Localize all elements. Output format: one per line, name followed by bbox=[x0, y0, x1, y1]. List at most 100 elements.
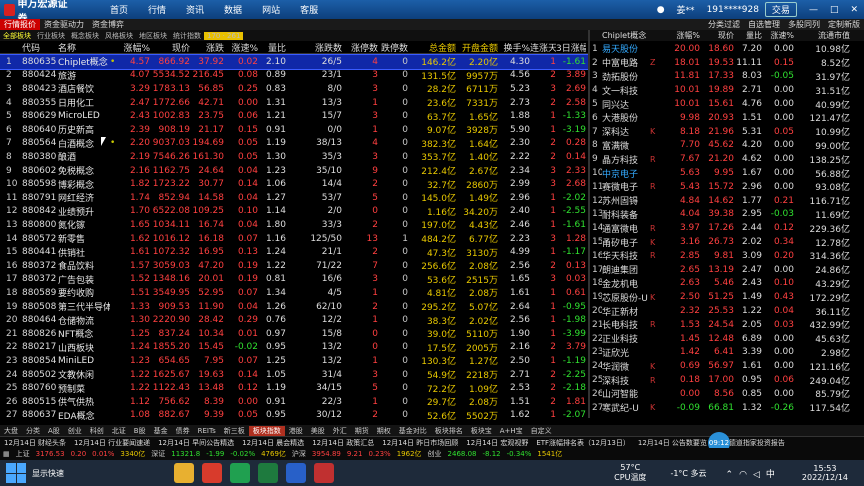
desktop-label[interactable]: 显示快速 bbox=[32, 468, 64, 479]
table-row[interactable]: 5 880629 MicroLED 2.43 1002.83 23.75 0.06 1.21 1… bbox=[0, 109, 588, 123]
maximize-icon[interactable]: □ bbox=[824, 5, 845, 15]
cpu-temp[interactable]: 57°C CPU温度 bbox=[598, 463, 662, 483]
market-tab[interactable]: 基金对比 bbox=[395, 426, 431, 436]
constituent-row[interactable]: 11 赛微电子 R 5.43 15.72 2.96 0.00 93.08亿 bbox=[590, 180, 864, 194]
tab-region[interactable]: 地区板块 bbox=[136, 31, 170, 41]
table-row[interactable]: 1 880635 Chiplet概念 • 4.57 866.92 37.92 0.02 2.10… bbox=[0, 54, 589, 70]
stock-app-icon[interactable] bbox=[286, 463, 306, 483]
column-header[interactable]: 现价 bbox=[150, 41, 190, 53]
news-item[interactable]: 12月14日 晨会精选 bbox=[238, 438, 308, 448]
table-row[interactable]: 2 880424 旅游 4.07 5534.52 216.45 0.08 0.89 23/1 3 0… bbox=[0, 69, 588, 83]
column-header[interactable]: 总金额 bbox=[408, 41, 456, 53]
column-header[interactable]: 代码 bbox=[22, 41, 58, 53]
constituent-row[interactable]: 26 山河智能 0.00 8.56 0.85 0.00 85.79亿 bbox=[590, 387, 864, 401]
user-name[interactable]: 姜** bbox=[671, 3, 701, 16]
market-tab[interactable]: 期权 bbox=[373, 426, 395, 436]
constituent-row[interactable]: 19 芯原股份-U K 2.50 51.25 1.49 0.43 172.29亿 bbox=[590, 290, 864, 304]
column-header[interactable] bbox=[110, 41, 120, 53]
menu-home[interactable]: 首页 bbox=[100, 3, 138, 16]
table-row[interactable]: 20 880464 仓储物流 1.30 2220.90 28.42 0.29 0.76 12/2… bbox=[0, 313, 588, 327]
constituent-row[interactable]: 14 通富微电 R 3.97 17.26 2.44 0.12 229.36亿 bbox=[590, 221, 864, 235]
column-header[interactable]: 名称 bbox=[58, 41, 110, 53]
table-row[interactable]: 15 880441 供销社 1.61 1072.32 16.95 0.13 1.24 21/1 2… bbox=[0, 245, 588, 259]
table-row[interactable]: 19 880508 第三代半导体 1.33 909.53 11.90 0.04 1.26 62/… bbox=[0, 300, 588, 314]
wifi-icon[interactable]: ◠ bbox=[736, 470, 750, 480]
table-row[interactable]: 22 880217 山西板块 1.24 1855.20 15.45 -0.02 0.95 13/… bbox=[0, 341, 588, 355]
table-row[interactable]: 11 880791 网红经济 1.74 852.94 14.58 0.04 1.27 53/7 5… bbox=[0, 191, 588, 205]
constituent-row[interactable]: 8 富满微 7.70 45.62 4.20 0.00 99.00亿 bbox=[590, 139, 864, 153]
ime-icon[interactable]: 中 bbox=[763, 470, 778, 480]
tab-industry[interactable]: 行业板块 bbox=[34, 31, 68, 41]
index-menu-icon[interactable]: ▦ bbox=[0, 450, 13, 458]
market-tab[interactable]: 自定义 bbox=[527, 426, 556, 436]
market-tab[interactable]: 板块指数 bbox=[248, 425, 285, 436]
minimize-icon[interactable]: — bbox=[803, 5, 824, 15]
constituent-row[interactable]: 7 深科达 K 8.18 21.96 5.31 0.05 10.99亿 bbox=[590, 125, 864, 139]
market-tab[interactable]: B股 bbox=[130, 426, 150, 436]
tab-multi[interactable]: 多股同列 bbox=[784, 19, 824, 30]
table-row[interactable]: 9 880602 免税概念 2.16 1162.75 24.64 0.04 1.23 35/10… bbox=[0, 164, 588, 178]
constituent-row[interactable]: 5 同兴达 10.01 15.61 4.76 0.00 40.99亿 bbox=[590, 97, 864, 111]
table-row[interactable]: 25 880760 预制菜 1.22 1122.43 13.48 0.12 1.19 34/15… bbox=[0, 381, 588, 395]
constituent-row[interactable]: 9 晶方科技 R 7.67 21.20 4.62 0.00 138.25亿 bbox=[590, 152, 864, 166]
market-tab[interactable]: REITs bbox=[194, 427, 220, 435]
tab-capital-game[interactable]: 资金博弈 bbox=[88, 19, 128, 30]
windows-start-icon[interactable] bbox=[6, 463, 26, 483]
wechat-icon[interactable] bbox=[230, 463, 250, 483]
market-tab[interactable]: 债券 bbox=[172, 426, 194, 436]
constituent-row[interactable]: 1 易天股份 20.00 18.60 7.20 0.00 10.98亿 bbox=[590, 42, 864, 56]
table-row[interactable]: 8 880380 酿酒 2.19 7546.26 161.30 0.05 1.30 35/3 3 0… bbox=[0, 150, 588, 164]
tab-capital-drive[interactable]: 资金驱动力 bbox=[40, 19, 88, 30]
news-item[interactable]: 12月14日 昨日市场回顾 bbox=[378, 438, 462, 448]
column-header[interactable]: 跌停数 bbox=[378, 41, 408, 53]
constituent-column-header[interactable]: 流通市值 bbox=[794, 30, 854, 41]
column-header[interactable]: 涨速% bbox=[224, 41, 258, 53]
close-icon[interactable]: ✕ bbox=[844, 5, 864, 15]
news-item[interactable]: 12月14日 宏观视野 bbox=[462, 438, 532, 448]
browser-icon[interactable] bbox=[202, 463, 222, 483]
news-item[interactable]: 12月14日 行业要闻速递 bbox=[70, 438, 154, 448]
table-row[interactable]: 14 880572 新零售 1.62 1016.12 16.18 0.07 1.16 125/5… bbox=[0, 232, 588, 246]
market-tab[interactable]: 板块宝 bbox=[467, 426, 496, 436]
column-header[interactable]: 连涨天 bbox=[530, 41, 556, 53]
tab-style[interactable]: 风格板块 bbox=[102, 31, 136, 41]
constituent-row[interactable]: 22 正业科技 1.45 12.48 6.89 0.00 45.63亿 bbox=[590, 332, 864, 346]
menu-website[interactable]: 网站 bbox=[252, 3, 290, 16]
constituent-row[interactable]: 23 证欣光 1.42 6.41 3.39 0.00 2.98亿 bbox=[590, 346, 864, 360]
column-header[interactable]: 涨幅% bbox=[120, 41, 150, 53]
constituent-column-header[interactable]: 量比 bbox=[734, 30, 762, 41]
market-tab[interactable]: 外汇 bbox=[329, 426, 351, 436]
index-name[interactable]: 沪深 bbox=[289, 449, 309, 459]
constituent-column-header[interactable]: 现价 bbox=[700, 30, 734, 41]
constituent-row[interactable]: 17 朗迪集团 2.65 13.19 2.47 0.00 24.86亿 bbox=[590, 263, 864, 277]
menu-quotes[interactable]: 行情 bbox=[138, 3, 176, 16]
menu-data[interactable]: 数据 bbox=[214, 3, 252, 16]
tab-filter[interactable]: 分类过滤 bbox=[704, 19, 744, 30]
news-item[interactable]: 12月14日 早间公告精选 bbox=[154, 438, 238, 448]
weather[interactable]: -1°C 多云 bbox=[662, 468, 714, 479]
menu-news[interactable]: 资讯 bbox=[176, 3, 214, 16]
table-row[interactable]: 16 880372 食品饮料 1.57 3059.03 47.20 0.19 1.22 71/2… bbox=[0, 259, 588, 273]
table-row[interactable]: 21 880826 NFT概念 1.25 837.24 10.34 0.01 0.97 15/8… bbox=[0, 327, 588, 341]
market-tab[interactable]: 北证 bbox=[108, 426, 130, 436]
trade-button[interactable]: 交易 bbox=[764, 2, 797, 17]
news-item[interactable]: 12月14日 政策汇总 bbox=[308, 438, 378, 448]
constituent-row[interactable]: 12 苏州固锝 4.84 14.62 1.77 0.21 116.71亿 bbox=[590, 194, 864, 208]
column-header[interactable]: 量比 bbox=[258, 41, 286, 53]
constituent-row[interactable]: 16 华天科技 R 2.85 9.81 3.09 0.20 314.36亿 bbox=[590, 249, 864, 263]
table-row[interactable]: 13 880800 氮化镓 1.65 1034.11 16.74 0.04 1.80 33/3 2… bbox=[0, 218, 588, 232]
constituent-row[interactable]: 27 寒武纪-U K -0.09 66.81 1.32 -0.26 117.54亿 bbox=[590, 401, 864, 415]
trading-app-icon[interactable] bbox=[314, 463, 334, 483]
constituent-row[interactable]: 25 深科技 R 0.18 17.00 0.95 0.06 249.04亿 bbox=[590, 373, 864, 387]
table-row[interactable]: 3 880423 酒店餐饮 3.29 1783.13 56.85 0.25 0.83 8/0 3 0… bbox=[0, 82, 588, 96]
constituent-row[interactable]: 21 长电科技 R 1.53 24.54 2.05 0.03 432.99亿 bbox=[590, 318, 864, 332]
table-row[interactable]: 17 880372 广告包装 1.52 1348.16 20.01 0.19 0.81 16/6… bbox=[0, 273, 588, 287]
tab-all-sectors[interactable]: 全部板块 bbox=[0, 31, 34, 41]
excel-icon[interactable] bbox=[258, 463, 278, 483]
market-tab[interactable]: 港股 bbox=[285, 426, 307, 436]
constituent-row[interactable]: 2 中富电路 Z 18.01 19.53 11.11 0.15 8.52亿 bbox=[590, 56, 864, 70]
constituent-row[interactable]: 10 中京电子 5.63 9.95 1.67 0.00 56.88亿 bbox=[590, 166, 864, 180]
chevron-up-icon[interactable]: ⌃ bbox=[723, 470, 737, 480]
column-header[interactable]: 3日涨幅% bbox=[556, 41, 586, 53]
column-header[interactable] bbox=[0, 41, 22, 53]
